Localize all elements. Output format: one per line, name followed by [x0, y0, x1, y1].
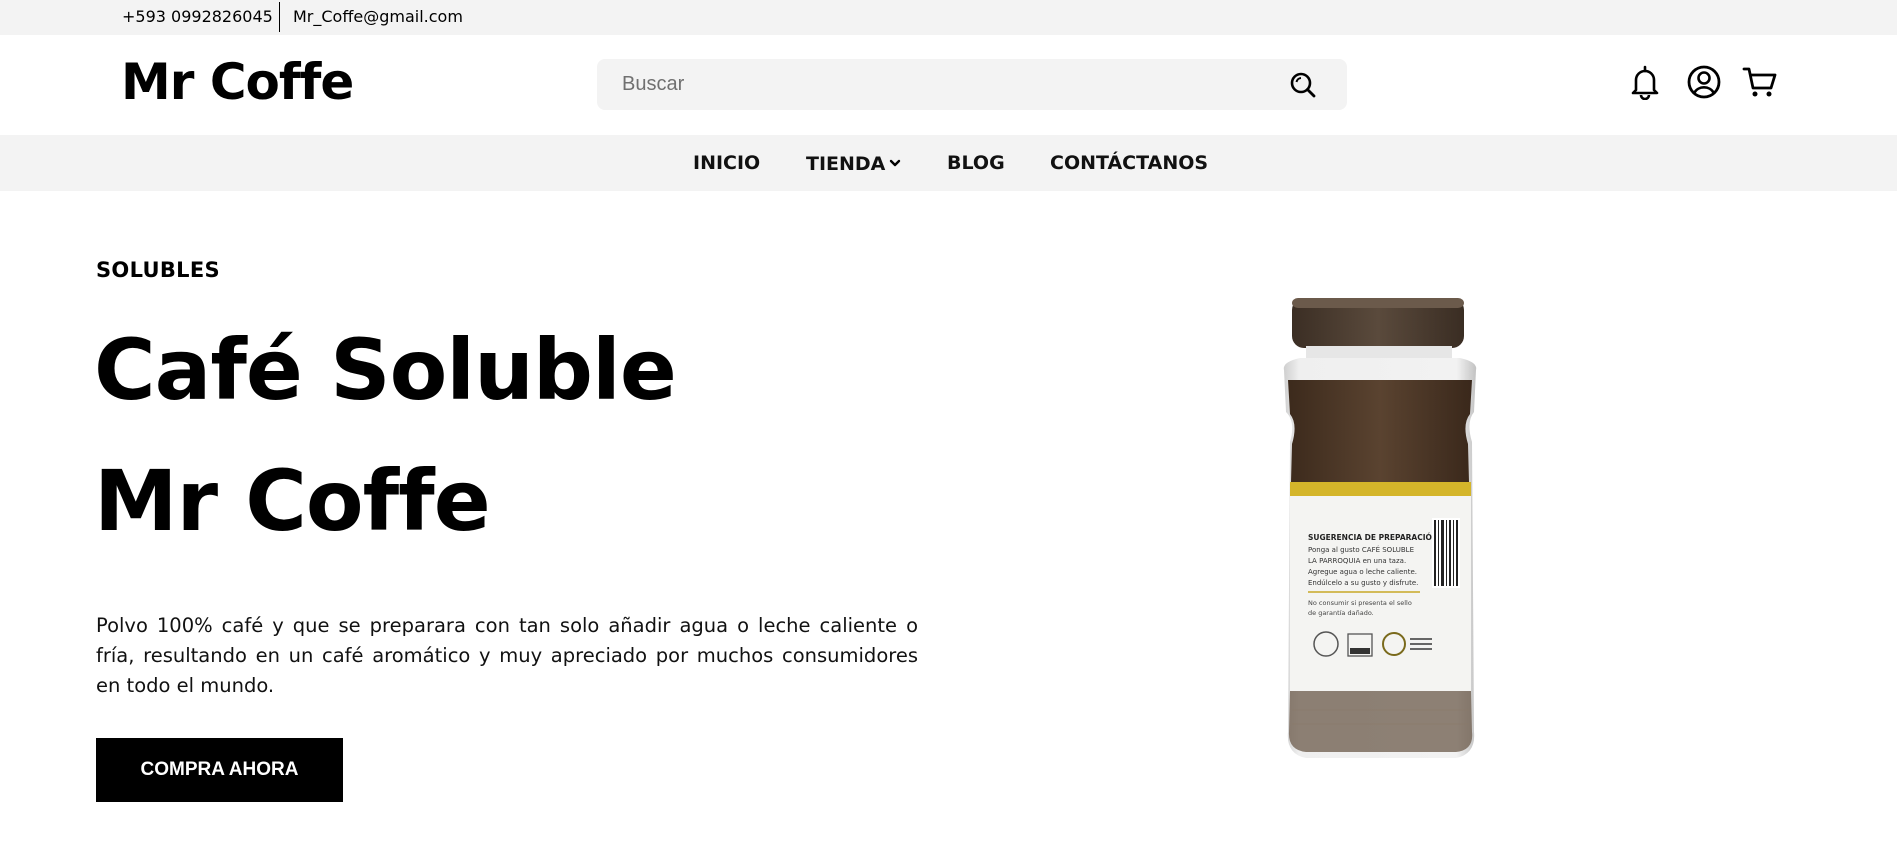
bell-icon[interactable] [1627, 64, 1663, 101]
nav-tienda[interactable]: TIENDA [806, 152, 901, 175]
product-image-coffee-jar: SUGERENCIA DE PREPARACIÓN Ponga al gusto… [1270, 292, 1490, 764]
jar-label-line: LA PARROQUIA en una taza. [1308, 557, 1406, 565]
hero-category: SOLUBLES [96, 258, 220, 282]
chevron-down-icon [889, 152, 901, 167]
nav-blog[interactable]: BLOG [947, 152, 1005, 174]
search-icon[interactable] [1289, 71, 1317, 99]
contact-divider [279, 2, 280, 32]
jar-label-warning: No consumir si presenta el sello [1308, 599, 1412, 607]
nav-contactanos[interactable]: CONTÁCTANOS [1050, 152, 1208, 174]
jar-label-line: Endúlcelo a su gusto y disfrute. [1308, 579, 1418, 587]
contact-phone[interactable]: +593 0992826045 [122, 7, 273, 26]
jar-label-heading: SUGERENCIA DE PREPARACIÓN [1308, 533, 1438, 542]
buy-now-button[interactable]: COMPRA AHORA [96, 738, 343, 802]
hero-description: Polvo 100% café y que se preparara con t… [96, 614, 918, 697]
jar-label-line: Agregue agua o leche caliente. [1308, 568, 1417, 576]
hero-title-line1: Café Soluble [94, 321, 677, 419]
barcode-icon [1432, 518, 1460, 588]
main-nav: INICIO TIENDA BLOG CONTÁCTANOS [0, 135, 1897, 191]
search-input[interactable] [622, 59, 1282, 110]
jar-label-warning: de garantía dañado. [1308, 609, 1374, 617]
hero-title-line2: Mr Coffe [94, 452, 491, 550]
search-bar [597, 59, 1347, 110]
contact-email[interactable]: Mr_Coffe@gmail.com [293, 7, 463, 26]
jar-label-line: Ponga al gusto CAFÉ SOLUBLE [1308, 545, 1414, 554]
nav-tienda-label: TIENDA [806, 153, 886, 175]
site-logo[interactable]: Mr Coffe [121, 53, 354, 111]
cart-icon[interactable] [1742, 64, 1778, 100]
nav-inicio[interactable]: INICIO [693, 152, 760, 174]
user-account-icon[interactable] [1686, 64, 1722, 100]
site-header: Mr Coffe [0, 35, 1897, 135]
top-contact-bar: +593 0992826045 Mr_Coffe@gmail.com [0, 0, 1897, 35]
